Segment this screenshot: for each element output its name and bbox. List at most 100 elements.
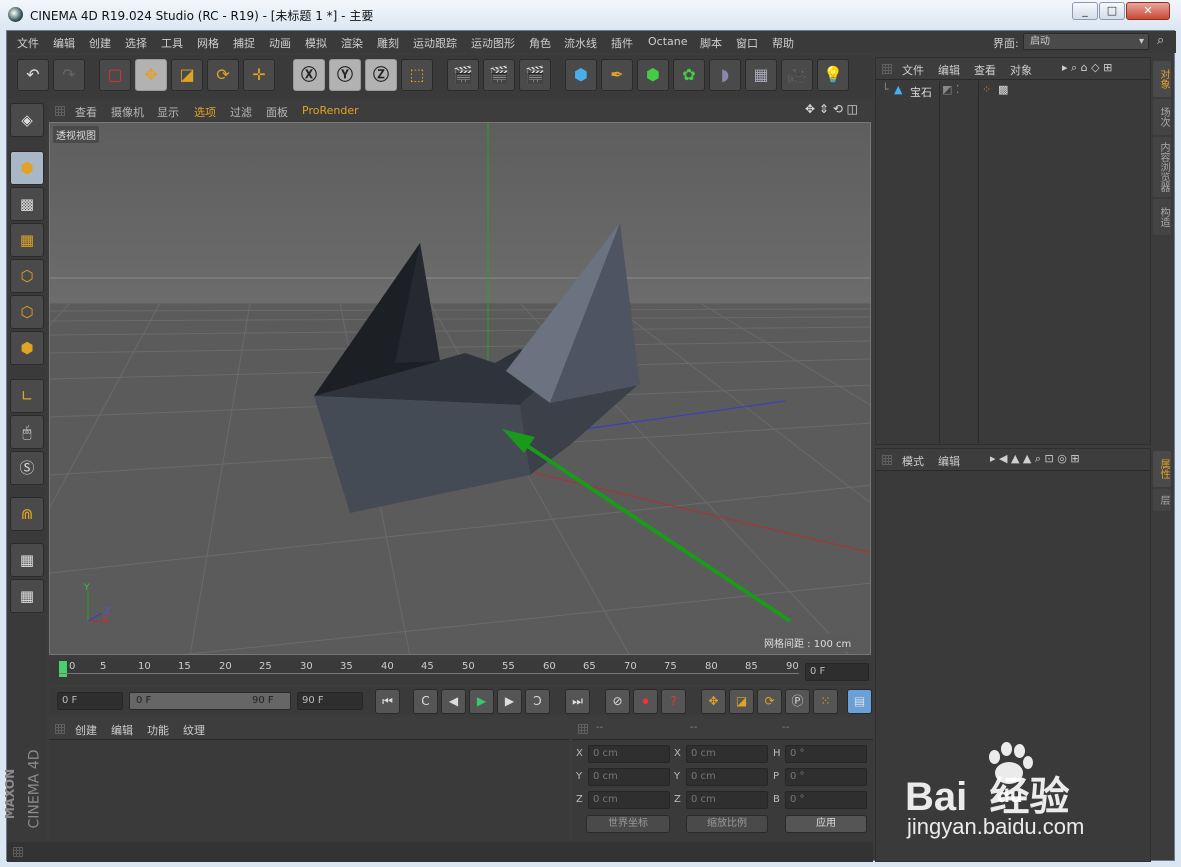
object-menu-file[interactable]: 文件 xyxy=(902,62,924,78)
tab-structure[interactable]: 构造 xyxy=(1153,199,1171,235)
material-menu-function[interactable]: 功能 xyxy=(147,722,169,738)
menu-script[interactable]: 脚本 xyxy=(700,35,722,51)
menu-select[interactable]: 选择 xyxy=(125,35,147,51)
menu-create[interactable]: 创建 xyxy=(89,35,111,51)
menu-file[interactable]: 文件 xyxy=(17,35,39,51)
checker-tag-icon[interactable]: ▩ xyxy=(998,83,1008,96)
size-z-field[interactable]: 0 cm xyxy=(686,791,768,809)
layout-select[interactable]: 启动 ▾ xyxy=(1023,33,1149,50)
object-toolbar-icons[interactable]: ▸ ⌕ ⌂ ◇ ⊞ xyxy=(1062,61,1112,75)
go-to-end-button[interactable]: ⏭ xyxy=(565,689,590,714)
z-axis-lock-button[interactable]: Ⓩ xyxy=(365,59,397,91)
keyframe-selection-button[interactable]: ? xyxy=(661,689,686,714)
menu-octane[interactable]: Octane xyxy=(648,35,688,48)
add-light-button[interactable]: 💡 xyxy=(817,59,849,91)
perspective-viewport[interactable]: 透视视图 Y X Z 网格间距 : 100 cm xyxy=(49,122,871,655)
menu-plugins[interactable]: 插件 xyxy=(611,35,633,51)
add-camera-button[interactable]: 🎥 xyxy=(781,59,813,91)
menu-pipeline[interactable]: 流水线 xyxy=(564,35,597,51)
attr-toolbar-icons[interactable]: ▸ ◀ ▲ ▲ ⌕ ⊡ ◎ ⊞ xyxy=(990,452,1080,466)
timeline-ruler[interactable]: 0 5 10 15 20 25 30 35 40 45 50 55 60 65 … xyxy=(49,659,873,685)
menu-tools[interactable]: 工具 xyxy=(161,35,183,51)
maximize-button[interactable]: □ xyxy=(1099,2,1125,20)
current-frame-field[interactable]: 0 F xyxy=(805,663,869,681)
apply-button[interactable]: 应用 xyxy=(785,815,867,833)
tab-layers[interactable]: 层 xyxy=(1153,489,1171,511)
material-menu-texture[interactable]: 纹理 xyxy=(183,722,205,738)
menu-snap[interactable]: 捕捉 xyxy=(233,35,255,51)
move-tool-button[interactable]: ✥ xyxy=(135,59,167,91)
rotate-tool-button[interactable]: ⟳ xyxy=(207,59,239,91)
add-generator-button[interactable]: ⬢ xyxy=(637,59,669,91)
solo-button[interactable]: Ⓢ xyxy=(10,451,44,485)
pos-x-field[interactable]: 0 cm xyxy=(588,745,670,763)
play-button[interactable]: ▶ xyxy=(469,689,494,714)
object-menu-objects[interactable]: 对象 xyxy=(1010,62,1032,78)
end-frame-field[interactable]: 90 F xyxy=(297,692,363,710)
snap-button[interactable]: ⋒ xyxy=(10,497,44,531)
viewport-nav-icons[interactable]: ✥ ⇕ ⟲ ◫ xyxy=(805,102,858,116)
record-keys-button[interactable]: ⊘ xyxy=(605,689,630,714)
tab-objects[interactable]: 对象 xyxy=(1153,61,1171,97)
undo-button[interactable]: ↶ xyxy=(17,59,49,91)
x-axis-lock-button[interactable]: Ⓧ xyxy=(293,59,325,91)
key-param-button[interactable]: Ⓟ xyxy=(785,689,810,714)
scale-mode-select[interactable]: 缩放比例 xyxy=(686,815,768,833)
size-y-field[interactable]: 0 cm xyxy=(686,768,768,786)
viewport-menu-options[interactable]: 选项 xyxy=(194,104,216,120)
coordinate-system-button[interactable]: ⬚ xyxy=(401,59,433,91)
render-view-button[interactable]: 🎬 xyxy=(447,59,479,91)
live-selection-button[interactable]: ▢ xyxy=(99,59,131,91)
tweak-mode-button[interactable]: 🖱 xyxy=(10,415,44,449)
y-axis-lock-button[interactable]: Ⓨ xyxy=(329,59,361,91)
menu-edit[interactable]: 编辑 xyxy=(53,35,75,51)
tab-content-browser[interactable]: 内容浏览器 xyxy=(1153,137,1171,197)
size-x-field[interactable]: 0 cm xyxy=(686,745,768,763)
pos-z-field[interactable]: 0 cm xyxy=(588,791,670,809)
material-menu-edit[interactable]: 编辑 xyxy=(111,722,133,738)
menu-sculpt[interactable]: 雕刻 xyxy=(377,35,399,51)
lock-workplane-button[interactable]: ▦ xyxy=(10,543,44,577)
viewport-menu-view[interactable]: 查看 xyxy=(75,104,97,120)
add-spline-button[interactable]: ✒ xyxy=(601,59,633,91)
make-editable-button[interactable]: ◈ xyxy=(10,103,44,137)
viewport-menu-filter[interactable]: 过滤 xyxy=(230,104,252,120)
polygons-mode-button[interactable]: ⬢ xyxy=(10,331,44,365)
model-mode-button[interactable]: ⬢ xyxy=(10,151,44,185)
add-mograph-button[interactable]: ✿ xyxy=(673,59,705,91)
edges-mode-button[interactable]: ⬡ xyxy=(10,295,44,329)
menu-simulate[interactable]: 模拟 xyxy=(305,35,327,51)
attr-menu-mode[interactable]: 模式 xyxy=(902,453,924,469)
start-frame-field[interactable]: 0 F xyxy=(57,692,123,710)
pos-y-field[interactable]: 0 cm xyxy=(588,768,670,786)
viewport-menu-display[interactable]: 显示 xyxy=(157,104,179,120)
previous-key-button[interactable]: C xyxy=(413,689,438,714)
timeline-window-button[interactable]: ▤ xyxy=(847,689,872,714)
autokey-button[interactable]: ⏺ xyxy=(633,689,658,714)
points-mode-button[interactable]: ⬡ xyxy=(10,259,44,293)
menu-window[interactable]: 窗口 xyxy=(736,35,758,51)
attr-menu-edit[interactable]: 编辑 xyxy=(938,453,960,469)
menu-mograph[interactable]: 运动图形 xyxy=(471,35,515,51)
search-icon[interactable]: ⌕ xyxy=(1157,33,1164,48)
menu-help[interactable]: 帮助 xyxy=(772,35,794,51)
key-pla-button[interactable]: ⁙ xyxy=(813,689,838,714)
object-name[interactable]: 宝石 xyxy=(910,84,932,100)
next-frame-button[interactable]: ▶ xyxy=(497,689,522,714)
key-rotation-button[interactable]: ⟳ xyxy=(757,689,782,714)
menu-mesh[interactable]: 网格 xyxy=(197,35,219,51)
material-tag-icon[interactable]: ⁘ xyxy=(982,83,991,96)
add-cube-button[interactable]: ⬢ xyxy=(565,59,597,91)
frame-range-slider[interactable]: 0 F 90 F xyxy=(129,692,291,710)
viewport-menu-prorender[interactable]: ProRender xyxy=(302,104,359,117)
close-button[interactable]: ✕ xyxy=(1126,2,1170,20)
key-position-button[interactable]: ✥ xyxy=(701,689,726,714)
viewport-menu-cameras[interactable]: 摄像机 xyxy=(111,104,144,120)
object-menu-edit[interactable]: 编辑 xyxy=(938,62,960,78)
axis-mode-button[interactable]: ∟ xyxy=(10,379,44,413)
add-deformer-button[interactable]: ◗ xyxy=(709,59,741,91)
planar-workplane-button[interactable]: ▦ xyxy=(10,579,44,613)
menu-animate[interactable]: 动画 xyxy=(269,35,291,51)
menu-motion-tracker[interactable]: 运动跟踪 xyxy=(413,35,457,51)
add-floor-button[interactable]: ▦ xyxy=(745,59,777,91)
